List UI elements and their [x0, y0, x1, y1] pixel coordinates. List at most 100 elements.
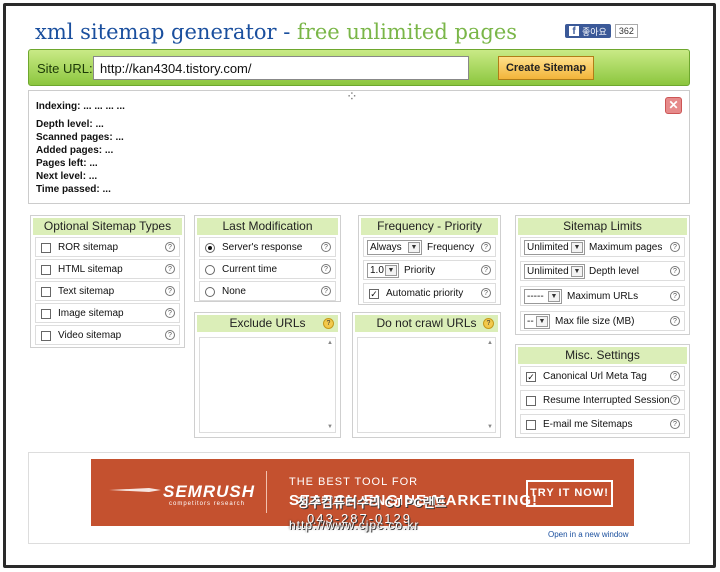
- scroll-up-icon[interactable]: ▲: [487, 340, 493, 346]
- help-icon[interactable]: ?: [165, 308, 175, 318]
- resume-session-row[interactable]: Resume Interrupted Session?: [520, 390, 685, 410]
- chevron-down-icon: ▼: [385, 265, 397, 276]
- depth-level-select[interactable]: Unlimited ▼: [524, 264, 585, 279]
- option-image-sitemap[interactable]: Image sitemap?: [35, 303, 180, 323]
- exclude-urls-panel: Exclude URLs? ▲ ▼: [194, 312, 341, 438]
- loading-spinner-icon: ⁘: [346, 88, 358, 104]
- frequency-value: Always: [370, 242, 402, 253]
- chevron-down-icon: ▼: [571, 266, 583, 277]
- lastmod-none[interactable]: None?: [199, 281, 336, 301]
- frequency-priority-title: Frequency - Priority: [361, 218, 498, 235]
- help-icon[interactable]: ?: [481, 265, 491, 275]
- html-label: HTML sitemap: [58, 264, 123, 275]
- exclude-urls-textarea[interactable]: ▲ ▼: [199, 337, 336, 433]
- max-file-size-label: Max file size (MB): [555, 316, 635, 327]
- site-url-label: Site URL:: [37, 61, 93, 76]
- url-bar: Site URL: http://kan4304.tistory.com/ Cr…: [28, 49, 690, 86]
- lastmod-server-response[interactable]: Server's response?: [199, 237, 336, 257]
- help-icon[interactable]: ?: [670, 266, 680, 276]
- page-title: xml sitemap generator - free unlimited p…: [35, 20, 517, 44]
- resume-session-checkbox[interactable]: [526, 396, 536, 406]
- email-sitemaps-label: E-mail me Sitemaps: [543, 419, 633, 430]
- scroll-down-icon[interactable]: ▼: [327, 424, 333, 430]
- help-icon[interactable]: ?: [165, 330, 175, 340]
- help-icon[interactable]: ?: [321, 242, 331, 252]
- title-main: xml sitemap generator -: [35, 20, 298, 44]
- help-icon[interactable]: ?: [481, 242, 491, 252]
- server-response-radio[interactable]: [205, 243, 215, 253]
- optional-types-title: Optional Sitemap Types: [33, 218, 182, 235]
- semrush-banner[interactable]: SEMRUSH competitors research THE BEST TO…: [91, 459, 634, 526]
- status-time-passed: Time passed: ...: [36, 184, 111, 195]
- fb-like-button[interactable]: f 좋아요: [565, 24, 611, 38]
- maximum-pages-row: Unlimited ▼ Maximum pages?: [520, 237, 685, 257]
- site-url-input[interactable]: http://kan4304.tistory.com/: [93, 56, 469, 80]
- help-icon[interactable]: ?: [481, 288, 491, 298]
- do-not-crawl-title: Do not crawl URLs: [376, 316, 477, 330]
- ror-checkbox[interactable]: [41, 243, 51, 253]
- maximum-pages-select[interactable]: Unlimited ▼: [524, 240, 585, 255]
- scroll-down-icon[interactable]: ▼: [487, 424, 493, 430]
- sitemap-limits-panel: Sitemap Limits Unlimited ▼ Maximum pages?…: [515, 215, 690, 335]
- maximum-urls-select[interactable]: ----- ▼: [524, 289, 562, 304]
- option-video-sitemap[interactable]: Video sitemap?: [35, 325, 180, 345]
- frequency-label: Frequency: [427, 242, 475, 253]
- help-icon[interactable]: ?: [670, 316, 680, 326]
- option-text-sitemap[interactable]: Text sitemap?: [35, 281, 180, 301]
- title-free: free unlimited pages: [297, 20, 518, 44]
- priority-row: 1.0 ▼ Priority?: [363, 260, 496, 280]
- email-sitemaps-row[interactable]: E-mail me Sitemaps?: [520, 414, 685, 434]
- none-label: None: [222, 286, 246, 297]
- status-pages-left: Pages left: ...: [36, 158, 98, 169]
- close-icon[interactable]: ✕: [665, 97, 682, 114]
- max-file-size-select[interactable]: -- ▼: [524, 314, 550, 329]
- status-indexing: Indexing: ... ... ... ...: [36, 101, 125, 112]
- chevron-down-icon: ▼: [548, 291, 560, 302]
- help-icon[interactable]: ?: [165, 286, 175, 296]
- max-file-size-row: -- ▼ Max file size (MB)?: [520, 311, 685, 331]
- help-icon[interactable]: ?: [323, 318, 334, 329]
- help-icon[interactable]: ?: [165, 264, 175, 274]
- help-icon[interactable]: ?: [321, 286, 331, 296]
- help-icon[interactable]: ?: [165, 242, 175, 252]
- depth-level-value: Unlimited: [527, 266, 569, 277]
- video-checkbox[interactable]: [41, 331, 51, 341]
- exclude-urls-title: Exclude URLs: [229, 316, 306, 330]
- none-radio[interactable]: [205, 287, 215, 297]
- current-time-radio[interactable]: [205, 265, 215, 275]
- text-checkbox[interactable]: [41, 287, 51, 297]
- lastmod-current-time[interactable]: Current time?: [199, 259, 336, 279]
- canonical-url-checkbox[interactable]: ✓: [526, 372, 536, 382]
- option-ror-sitemap[interactable]: ROR sitemap?: [35, 237, 180, 257]
- help-icon[interactable]: ?: [483, 318, 494, 329]
- scroll-up-icon[interactable]: ▲: [327, 340, 333, 346]
- last-modification-panel: Last Modification Server's response? Cur…: [194, 215, 341, 302]
- open-new-window-link[interactable]: Open in a new window: [548, 530, 629, 539]
- status-panel: ⁘ Indexing: ... ... ... ... Depth level:…: [28, 88, 690, 204]
- misc-settings-title: Misc. Settings: [518, 347, 687, 364]
- do-not-crawl-textarea[interactable]: ▲ ▼: [357, 337, 496, 433]
- option-html-sitemap[interactable]: HTML sitemap?: [35, 259, 180, 279]
- facebook-like[interactable]: f 좋아요 362: [565, 24, 638, 38]
- sitemap-limits-title: Sitemap Limits: [518, 218, 687, 235]
- try-it-now-button[interactable]: TRY IT NOW!: [526, 480, 613, 507]
- do-not-crawl-urls-panel: Do not crawl URLs? ▲ ▼: [352, 312, 501, 438]
- frequency-select[interactable]: Always ▼: [367, 240, 422, 255]
- priority-select[interactable]: 1.0 ▼: [367, 263, 399, 278]
- create-sitemap-button[interactable]: Create Sitemap: [498, 56, 594, 80]
- automatic-priority-row[interactable]: ✓ Automatic priority?: [363, 283, 496, 303]
- email-sitemaps-checkbox[interactable]: [526, 420, 536, 430]
- image-checkbox[interactable]: [41, 309, 51, 319]
- help-icon[interactable]: ?: [321, 264, 331, 274]
- frequency-priority-panel: Frequency - Priority Always ▼ Frequency? …: [358, 215, 501, 305]
- html-checkbox[interactable]: [41, 265, 51, 275]
- help-icon[interactable]: ?: [670, 395, 680, 405]
- last-modification-title: Last Modification: [197, 218, 338, 235]
- help-icon[interactable]: ?: [670, 291, 680, 301]
- help-icon[interactable]: ?: [670, 371, 680, 381]
- automatic-priority-checkbox[interactable]: ✓: [369, 289, 379, 299]
- canonical-url-row[interactable]: ✓ Canonical Url Meta Tag?: [520, 366, 685, 386]
- status-added-pages: Added pages: ...: [36, 145, 114, 156]
- help-icon[interactable]: ?: [670, 419, 680, 429]
- help-icon[interactable]: ?: [670, 242, 680, 252]
